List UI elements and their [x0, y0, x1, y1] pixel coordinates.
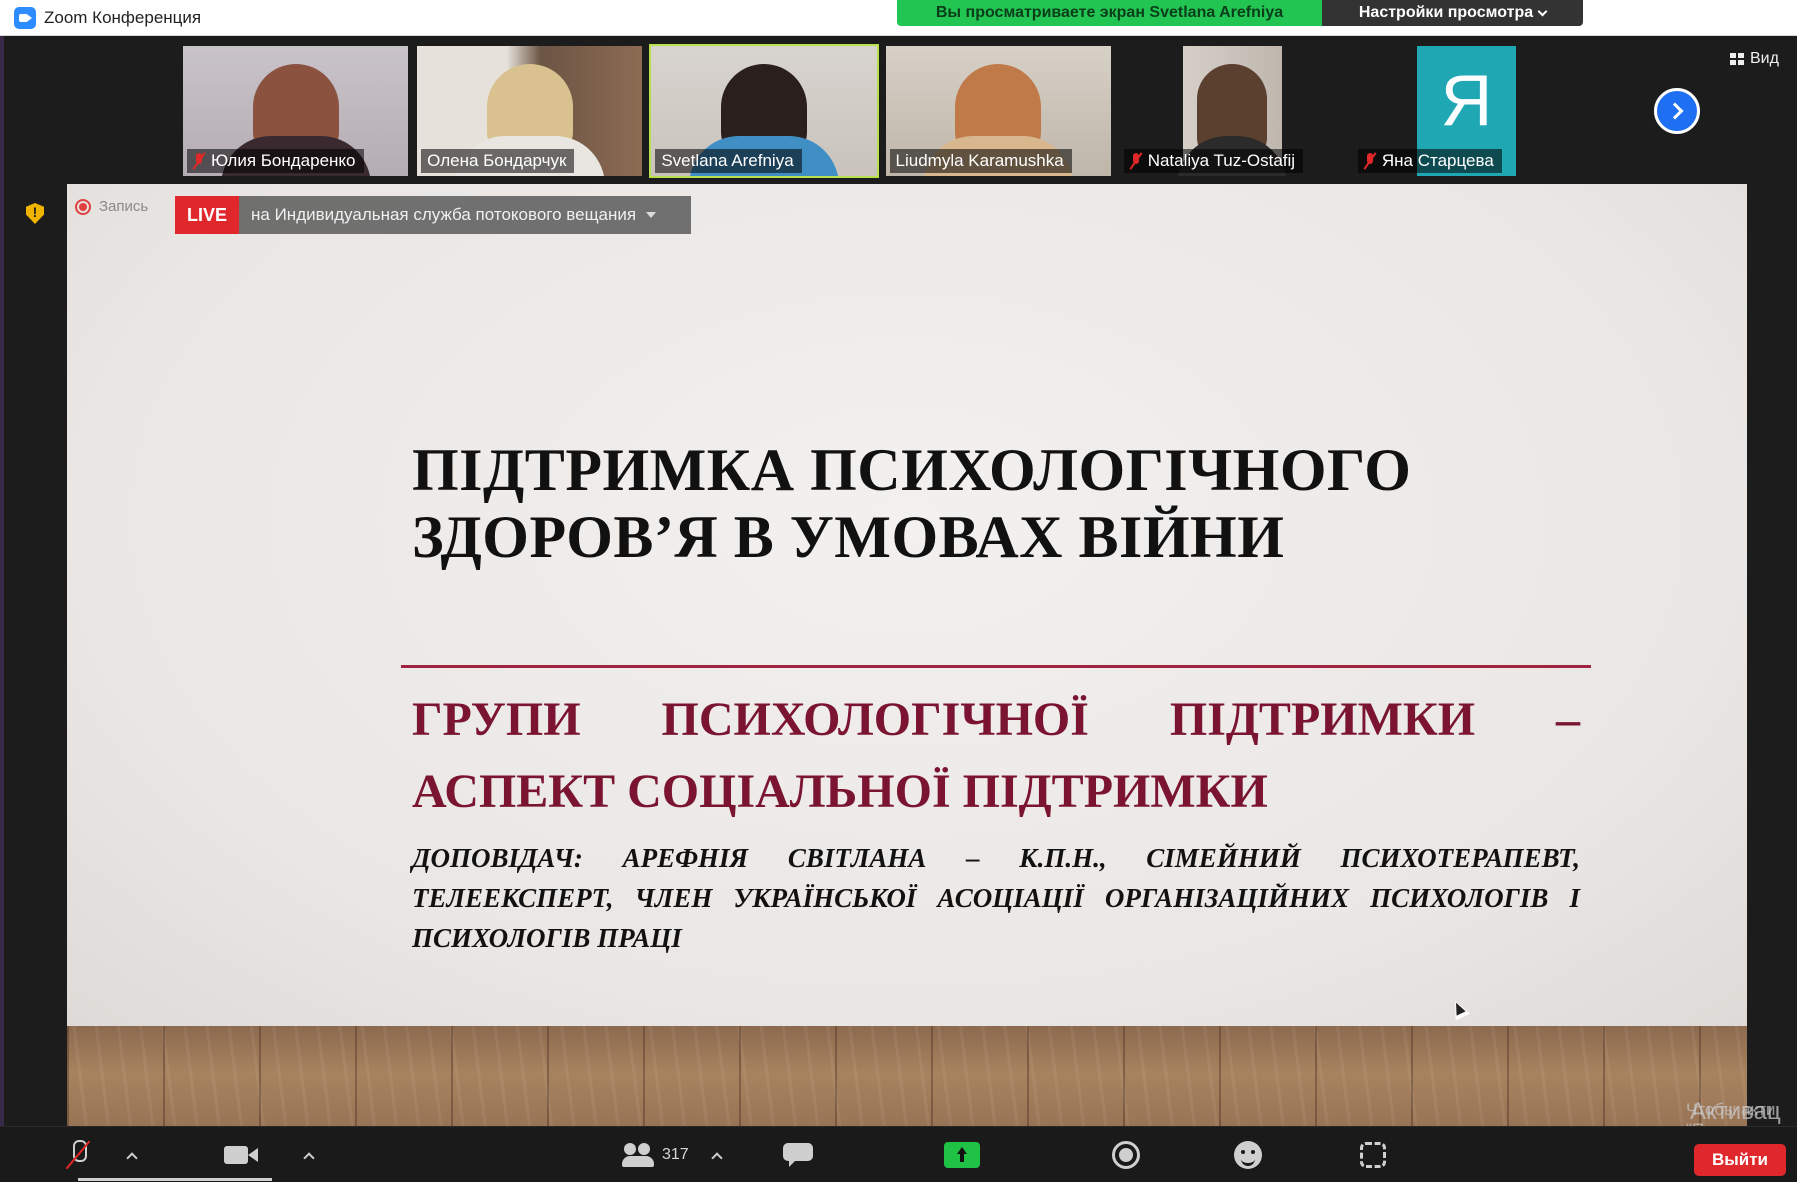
participant-tile-1[interactable]: Юлия Бондаренко — [181, 44, 410, 178]
participants-count: 317 — [662, 1146, 689, 1163]
leave-meeting-button[interactable]: Выйти — [1694, 1144, 1786, 1176]
mic-muted-icon — [1130, 152, 1142, 170]
participant-tile-6[interactable]: Я Яна Старцева — [1352, 44, 1581, 178]
apps-button[interactable] — [1360, 1137, 1386, 1173]
record-icon — [1112, 1141, 1140, 1169]
audio-options-button[interactable] — [126, 1137, 138, 1173]
video-camera-icon — [224, 1144, 258, 1166]
slide-speaker-info: ДОПОВІДАЧ: АРЕФНІЯ СВІТЛАНА – К.П.Н., СІ… — [412, 843, 1580, 953]
participant-tile-2[interactable]: Олена Бондарчук — [415, 44, 644, 178]
meeting-toolbar: 317 — [0, 1126, 1797, 1182]
zoom-app-icon — [14, 6, 36, 29]
mic-muted-icon — [193, 152, 205, 170]
participant-tile-5[interactable]: Nataliya Tuz-Ostafij — [1118, 44, 1347, 178]
participant-name: Svetlana Arefniya — [661, 151, 794, 170]
mute-button[interactable] — [68, 1137, 88, 1173]
chat-button[interactable] — [783, 1137, 813, 1173]
caret-down-icon — [646, 212, 657, 218]
chevron-up-icon — [126, 1151, 138, 1164]
view-options-button[interactable]: Настройки просмотра — [1322, 0, 1583, 26]
participant-name-label: Олена Бондарчук — [421, 149, 575, 173]
participant-name: Nataliya Tuz-Ostafij — [1147, 151, 1296, 170]
share-screen-button[interactable] — [944, 1137, 980, 1173]
participant-name-label: Юлия Бондаренко — [187, 149, 364, 173]
meeting-window: Юлия Бондаренко Олена Бондарчук Svetlana… — [0, 36, 1797, 1162]
slide-divider — [401, 665, 1591, 668]
security-shield-icon[interactable] — [26, 203, 44, 224]
share-screen-icon — [944, 1142, 980, 1168]
live-stream-indicator[interactable]: LIVE на Индивидуальная служба потокового… — [175, 196, 691, 234]
slide-subtitle: ГРУПИ ПСИХОЛОГІЧНОЇ ПІДТРИМКИ – АСПЕКТ С… — [412, 693, 1580, 818]
chevron-right-icon — [1666, 102, 1683, 120]
participant-tile-4[interactable]: Liudmyla Karamushka — [884, 44, 1113, 178]
participant-name-label: Nataliya Tuz-Ostafij — [1123, 149, 1304, 173]
participants-icon — [622, 1143, 656, 1167]
gallery-next-button[interactable] — [1654, 88, 1700, 134]
mic-muted-icon — [1364, 152, 1376, 170]
participants-button[interactable]: 317 — [622, 1137, 689, 1173]
participants-options-button[interactable] — [711, 1137, 723, 1173]
mic-muted-icon — [68, 1140, 88, 1170]
chevron-up-icon — [303, 1151, 315, 1164]
smiley-icon — [1234, 1141, 1262, 1169]
reactions-button[interactable] — [1234, 1137, 1262, 1173]
participant-name: Юлия Бондаренко — [211, 151, 356, 170]
view-label: Вид — [1750, 50, 1779, 67]
view-toggle-button[interactable]: Вид — [1730, 50, 1779, 68]
shared-screen: Запись LIVE на Индивидуальная служба пот… — [67, 184, 1747, 1162]
windows-activation-hint-line-1: Чтобы акти — [1686, 1100, 1776, 1119]
gallery-strip: Юлия Бондаренко Олена Бондарчук Svetlana… — [181, 44, 1581, 178]
slide-title-line-2: ЗДОРОВ’Я В УМОВАХ ВІЙНИ — [412, 504, 1285, 570]
slide-title: ПІДТРИМКА ПСИХОЛОГІЧНОГО ЗДОРОВ’Я В УМОВ… — [412, 437, 1472, 571]
mic-level-bar — [78, 1178, 272, 1181]
grid-icon — [1730, 53, 1744, 65]
video-options-button[interactable] — [303, 1137, 315, 1173]
live-stream-target: на Индивидуальная служба потокового веща… — [239, 196, 691, 234]
chevron-up-icon — [711, 1151, 723, 1164]
stop-video-button[interactable] — [224, 1137, 258, 1173]
participant-tile-3[interactable]: Svetlana Arefniya — [649, 44, 879, 178]
apps-icon — [1360, 1142, 1386, 1168]
recording-indicator[interactable]: Запись — [75, 198, 148, 215]
chevron-down-icon — [1537, 6, 1548, 16]
screen-share-banner: Вы просматриваете экран Svetlana Arefniy… — [897, 0, 1322, 26]
recording-label: Запись — [99, 198, 149, 215]
live-stream-target-label: на Индивидуальная служба потокового веща… — [251, 205, 637, 224]
participant-name-label: Яна Старцева — [1357, 149, 1502, 173]
participant-name: Liudmyla Karamushka — [895, 151, 1064, 170]
slide-title-line-1: ПІДТРИМКА ПСИХОЛОГІЧНОГО — [412, 437, 1412, 503]
view-options-label: Настройки просмотра — [1358, 4, 1534, 21]
participant-name-label: Svetlana Arefniya — [655, 149, 802, 173]
participant-name-label: Liudmyla Karamushka — [889, 149, 1072, 173]
participant-name: Олена Бондарчук — [427, 151, 567, 170]
record-icon — [75, 198, 91, 215]
participant-name: Яна Старцева — [1381, 151, 1494, 170]
record-button[interactable] — [1112, 1137, 1140, 1173]
live-badge: LIVE — [175, 196, 240, 234]
window-title: Zoom Конференция — [44, 7, 202, 27]
chat-icon — [783, 1143, 813, 1167]
